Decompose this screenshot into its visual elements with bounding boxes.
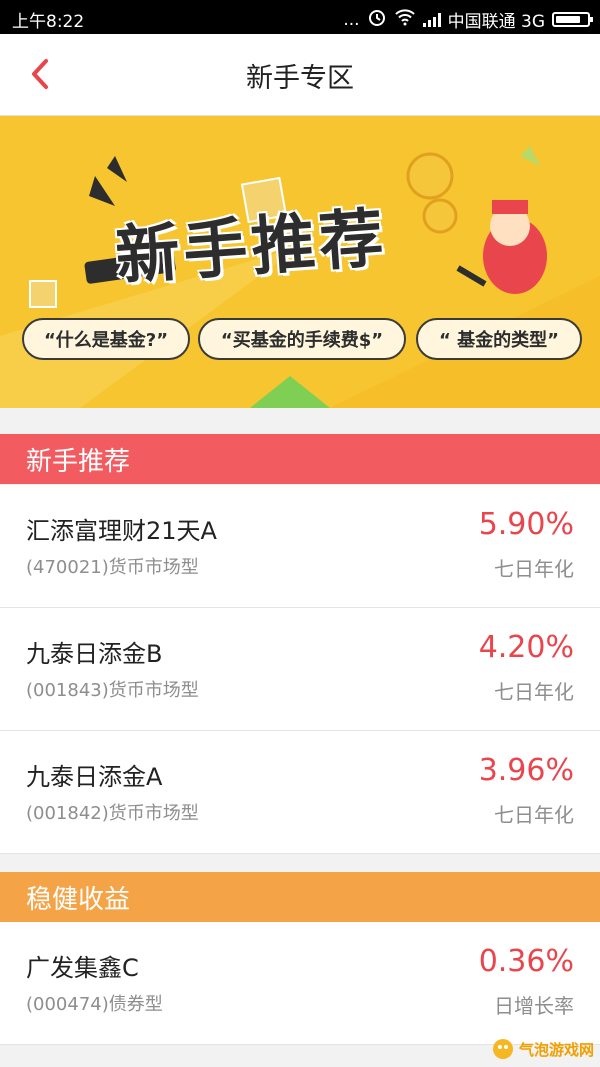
fund-row[interactable]: 九泰日添金A (001842)货币市场型 3.96% 七日年化	[0, 731, 600, 854]
fund-code-type: (001842)货币市场型	[26, 803, 199, 824]
banner-pill-fees[interactable]: “买基金的手续费$”	[198, 318, 406, 360]
fund-rate: 0.36%	[478, 944, 574, 979]
fund-name: 九泰日添金B	[26, 640, 163, 668]
promo-banner[interactable]: 新手推荐 “什么是基金?” “买基金的手续费$” “ 基金的类型”	[0, 116, 600, 408]
fund-code-type: (470021)货币市场型	[26, 557, 199, 578]
fund-row[interactable]: 九泰日添金B (001843)货币市场型 4.20% 七日年化	[0, 608, 600, 731]
fund-code-type: (001843)货币市场型	[26, 680, 199, 701]
alarm-icon	[367, 7, 387, 32]
banner-pill-fund-types[interactable]: “ 基金的类型”	[416, 318, 582, 360]
section-header-stable: 稳健收益	[0, 872, 600, 922]
banner-headline: 新手推荐	[113, 201, 390, 295]
battery-icon	[552, 12, 593, 27]
banner-pill-what-is-fund[interactable]: “什么是基金?”	[22, 318, 190, 360]
fund-rate: 5.90%	[478, 507, 574, 542]
status-bar: 上午8:22 ... 中国联通 3G	[0, 0, 600, 34]
watermark-text: 气泡游戏网	[518, 1040, 594, 1059]
watermark-logo: 气泡游戏网	[491, 1037, 594, 1061]
status-time: 上午8:22	[12, 12, 85, 32]
fund-name: 广发集鑫C	[26, 954, 139, 982]
section-header-newbie: 新手推荐	[0, 434, 600, 484]
fund-rate-label: 七日年化	[494, 803, 574, 827]
watermark-icon	[492, 1039, 513, 1059]
page-title: 新手专区	[246, 63, 354, 94]
carrier-label: 中国联通 3G	[447, 12, 545, 32]
app-header: 新手专区	[0, 34, 600, 116]
fund-rate-label: 日增长率	[494, 994, 574, 1018]
fund-code-type: (000474)债券型	[26, 994, 163, 1015]
signal-icon	[422, 12, 441, 27]
fund-rate-label: 七日年化	[494, 557, 574, 581]
fund-rate: 3.96%	[478, 753, 574, 788]
fund-rate-label: 七日年化	[494, 680, 574, 704]
more-dots-icon: ...	[343, 9, 360, 30]
status-icons: ... 中国联通 3G	[343, 7, 593, 32]
fund-row[interactable]: 广发集鑫C (000474)债券型 0.36% 日增长率	[0, 922, 600, 1045]
fund-row[interactable]: 汇添富理财21天A (470021)货币市场型 5.90% 七日年化	[0, 485, 600, 608]
fund-rate: 4.20%	[478, 630, 574, 665]
fund-name: 九泰日添金A	[26, 763, 163, 791]
wifi-icon	[394, 8, 416, 31]
fund-name: 汇添富理财21天A	[26, 517, 217, 545]
